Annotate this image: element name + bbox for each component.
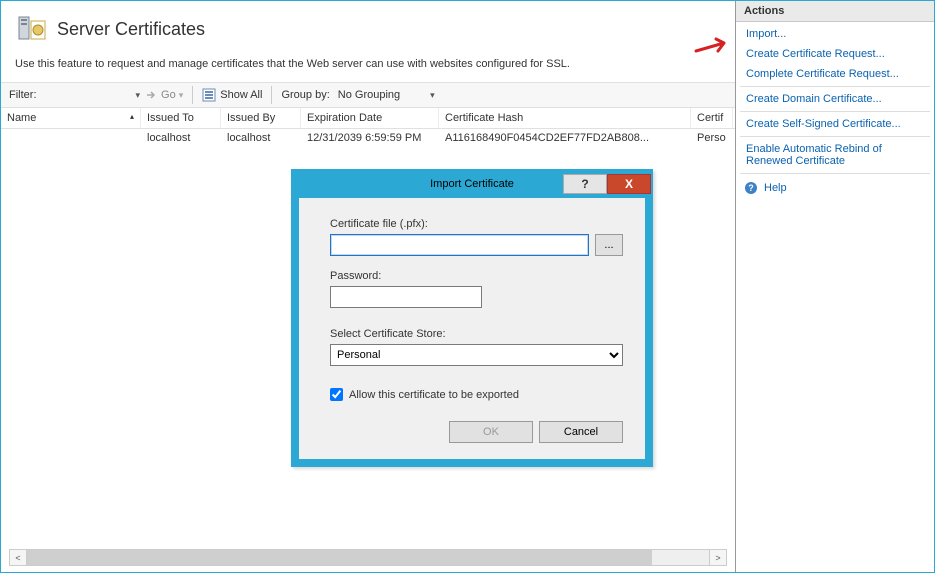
cert-file-label: Certificate file (.pfx):: [330, 218, 623, 230]
separator: [740, 86, 930, 87]
action-create-domain[interactable]: Create Domain Certificate...: [736, 89, 934, 109]
password-label: Password:: [330, 270, 623, 282]
col-store[interactable]: Certif: [691, 108, 733, 128]
scroll-right-button[interactable]: >: [709, 550, 726, 565]
action-create-request[interactable]: Create Certificate Request...: [736, 44, 934, 64]
groupby-label: Group by:: [281, 89, 329, 101]
separator: [192, 86, 193, 104]
scroll-thumb[interactable]: [27, 550, 652, 565]
dialog-close-button[interactable]: X: [607, 174, 651, 194]
groupby-select[interactable]: No Grouping: [336, 88, 402, 102]
help-icon: ?: [744, 181, 758, 195]
annotation-arrow-icon: [694, 37, 734, 59]
server-certificates-icon: [15, 11, 49, 48]
sort-asc-icon: ▴: [130, 112, 134, 121]
cert-file-input[interactable]: [330, 234, 589, 256]
action-create-self-signed[interactable]: Create Self-Signed Certificate...: [736, 114, 934, 134]
separator: [271, 86, 272, 104]
svg-text:?: ?: [748, 183, 754, 193]
col-expiration[interactable]: Expiration Date: [301, 108, 439, 128]
cancel-button[interactable]: Cancel: [539, 421, 623, 443]
col-name[interactable]: Name▴: [1, 108, 141, 128]
allow-export-checkbox[interactable]: Allow this certificate to be exported: [330, 388, 623, 401]
dialog-help-button[interactable]: ?: [563, 174, 607, 194]
store-label: Select Certificate Store:: [330, 328, 623, 340]
col-issued-by[interactable]: Issued By: [221, 108, 301, 128]
action-help[interactable]: ? Help: [736, 176, 934, 200]
separator: [740, 111, 930, 112]
scroll-left-button[interactable]: <: [10, 550, 27, 565]
go-button[interactable]: Go ▾: [146, 89, 183, 101]
filter-dropdown-icon[interactable]: ▾: [136, 90, 141, 101]
separator: [740, 136, 930, 137]
horizontal-scrollbar[interactable]: < >: [9, 549, 727, 566]
scroll-track[interactable]: [27, 550, 709, 565]
password-input[interactable]: [330, 286, 482, 308]
col-issued-to[interactable]: Issued To: [141, 108, 221, 128]
cert-store-select[interactable]: Personal: [330, 344, 623, 366]
action-complete-request[interactable]: Complete Certificate Request...: [736, 64, 934, 84]
show-all-button[interactable]: Show All: [202, 88, 262, 102]
table-row[interactable]: localhost localhost 12/31/2039 6:59:59 P…: [1, 129, 735, 147]
filter-label: Filter:: [9, 89, 37, 101]
allow-export-input[interactable]: [330, 388, 343, 401]
action-enable-rebind[interactable]: Enable Automatic Rebind of Renewed Certi…: [736, 139, 934, 171]
col-hash[interactable]: Certificate Hash: [439, 108, 691, 128]
dialog-titlebar[interactable]: Import Certificate ? X: [292, 170, 652, 198]
separator: [740, 173, 930, 174]
filter-input[interactable]: [39, 86, 134, 104]
browse-button[interactable]: ...: [595, 234, 623, 256]
actions-title: Actions: [736, 1, 934, 22]
toolbar: Filter: ▾ Go ▾ Show All Group by: No Gro…: [1, 82, 735, 108]
chevron-down-icon[interactable]: ▾: [430, 90, 435, 101]
action-import[interactable]: Import...: [736, 24, 934, 44]
ok-button[interactable]: OK: [449, 421, 533, 443]
import-certificate-dialog: Import Certificate ? X Certificate file …: [291, 169, 653, 467]
actions-pane: Actions Import... Create Certificate Req…: [735, 1, 934, 572]
page-title: Server Certificates: [57, 19, 205, 40]
page-subtitle: Use this feature to request and manage c…: [1, 54, 735, 82]
